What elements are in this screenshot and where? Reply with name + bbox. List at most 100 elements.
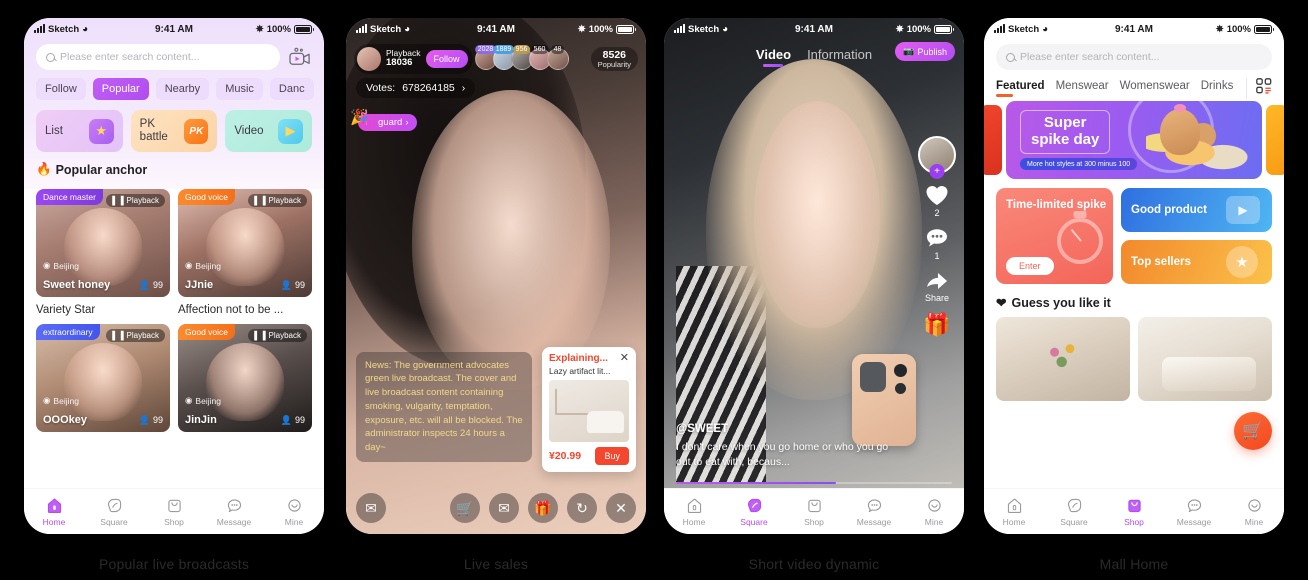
product-card-footer: ¥20.99 Buy xyxy=(549,447,629,465)
tab-square[interactable]: Square xyxy=(1044,496,1104,527)
bluetooth-icon: ✵ xyxy=(577,23,586,35)
status-bar: Sketch ◕ 9:41 AM ✵ 100% xyxy=(984,18,1284,40)
trophy-icon: ★ xyxy=(88,118,114,144)
home-icon xyxy=(1007,498,1021,513)
tab-shop[interactable]: Shop xyxy=(1104,496,1164,527)
anchor-card[interactable]: Good voice ▌▐ Playback ◉ Beijing JinJin 👤 9… xyxy=(178,324,312,432)
quick-pk-battle[interactable]: PK battle PK xyxy=(130,110,218,152)
publish-button[interactable]: 📷 Publish xyxy=(895,42,955,61)
gift-action[interactable]: 🎁 xyxy=(923,312,950,338)
anchor-card[interactable]: extraordinary ▌▐ Playback ◉ Beijing OOOkey… xyxy=(36,324,170,432)
banner-next-peek[interactable] xyxy=(1266,105,1284,175)
banner-main[interactable]: Super spike day More hot styles at 300 m… xyxy=(1006,101,1262,179)
share-action[interactable]: Share xyxy=(924,270,950,303)
tab-popular[interactable]: Popular xyxy=(92,78,149,100)
anchor-info-row: OOOkey 👤 99 xyxy=(43,414,163,426)
comment-action[interactable]: 1 xyxy=(924,227,950,261)
search-input[interactable]: Please enter search content... xyxy=(996,44,1272,70)
status-right: ✵ 100% xyxy=(896,23,954,35)
enter-button[interactable]: Enter xyxy=(1006,257,1054,275)
tab-dance[interactable]: Danc xyxy=(269,78,314,100)
viewer-avatar[interactable]: 48 xyxy=(546,45,569,70)
like-action[interactable]: 2 xyxy=(924,183,950,218)
tab-message[interactable]: Message xyxy=(844,496,904,527)
tab-mine[interactable]: Mine xyxy=(1224,496,1284,527)
tab-shop[interactable]: Shop xyxy=(144,496,204,527)
product-name: Lazy artifact lit... xyxy=(549,366,611,376)
signal-bars-icon xyxy=(356,24,367,33)
anchor-chip[interactable]: Playback 18036 Follow xyxy=(354,44,473,74)
video-username[interactable]: @SWEET xyxy=(676,423,904,435)
category-grid-icon[interactable] xyxy=(1246,78,1272,99)
refresh-icon[interactable]: ↻ xyxy=(567,493,597,523)
tab-featured[interactable]: Featured xyxy=(996,80,1045,98)
status-bar: Sketch ◕ 9:41 AM ✵ 100% xyxy=(664,18,964,40)
share-icon xyxy=(927,273,947,289)
mine-icon xyxy=(1247,499,1261,512)
tab-message[interactable]: Message xyxy=(204,496,264,527)
tab-home[interactable]: Home xyxy=(984,496,1044,527)
guard-chip[interactable]: 🎉 guard › xyxy=(350,109,418,131)
phone-short-video: Sketch ◕ 9:41 AM ✵ 100% Video Informatio… xyxy=(664,18,964,534)
anchor-viewers: 👤 99 xyxy=(138,414,163,426)
anchor-card[interactable]: Good voice ▌▐ Playback ◉ Beijing JJnie 👤 99… xyxy=(178,189,312,316)
viewer-avatars[interactable]: 2028 1889 956 560 48 xyxy=(474,45,569,70)
tab-video[interactable]: Video xyxy=(756,47,791,67)
search-input[interactable]: Please enter search content... xyxy=(36,44,280,70)
quick-video[interactable]: Video ▶ xyxy=(225,110,313,152)
votes-chip[interactable]: Votes: 678264185 › xyxy=(356,78,476,98)
tab-menswear[interactable]: Menswear xyxy=(1056,80,1109,98)
good-product-card[interactable]: Good product ▶ xyxy=(1121,188,1272,232)
tab-womenswear[interactable]: Womenswear xyxy=(1120,80,1190,98)
tab-home[interactable]: Home xyxy=(24,496,84,527)
tab-mine[interactable]: Mine xyxy=(264,496,324,527)
gift-box-icon[interactable]: 🎁 xyxy=(528,493,558,523)
good-product-label: Good product xyxy=(1131,204,1208,216)
tab-square[interactable]: Square xyxy=(84,496,144,527)
follow-button[interactable]: Follow xyxy=(425,50,468,68)
battery-label: 100% xyxy=(906,23,931,35)
product-image xyxy=(549,380,629,442)
tab-shop[interactable]: Shop xyxy=(784,496,844,527)
product-card[interactable]: Explaining... ✕ Lazy artifact lit... ¥20… xyxy=(542,347,636,472)
chat-icon[interactable]: ✉ xyxy=(356,493,386,523)
live-camera-icon[interactable] xyxy=(288,47,312,67)
promo-banner-carousel[interactable]: Super spike day More hot styles at 300 m… xyxy=(984,101,1284,179)
search-icon xyxy=(1006,52,1015,62)
mail-icon[interactable]: ✉ xyxy=(489,493,519,523)
tab-home[interactable]: Home xyxy=(664,496,724,527)
tab-music[interactable]: Music xyxy=(216,78,263,100)
cart-icon[interactable]: 🛒 xyxy=(1234,412,1272,450)
anchor-thumbnail: Dance master ▌▐ Playback ◉ Beijing Sweet h… xyxy=(36,189,170,297)
product-card[interactable] xyxy=(1138,317,1272,401)
tab-follow[interactable]: Follow xyxy=(36,78,86,100)
tab-nearby[interactable]: Nearby xyxy=(155,78,210,100)
buy-button[interactable]: Buy xyxy=(595,447,629,465)
tab-mine[interactable]: Mine xyxy=(904,496,964,527)
tab-information[interactable]: Information xyxy=(807,47,872,67)
top-sellers-card[interactable]: Top sellers ★ xyxy=(1121,240,1272,284)
close-icon[interactable]: ✕ xyxy=(620,353,629,364)
avatar[interactable]: + xyxy=(918,136,956,179)
tab-message[interactable]: Message xyxy=(1164,496,1224,527)
mall-screen: Sketch ◕ 9:41 AM ✵ 100% Please enter sea… xyxy=(984,18,1284,534)
tab-drinks[interactable]: Drinks xyxy=(1201,80,1234,98)
signal-bars-icon xyxy=(34,24,45,33)
time-limited-spike-card[interactable]: Time-limited spike Enter xyxy=(996,188,1113,284)
plus-icon[interactable]: + xyxy=(929,164,945,179)
product-card[interactable] xyxy=(996,317,1130,401)
tab-square[interactable]: Square xyxy=(724,496,784,527)
anchor-viewers: 👤 99 xyxy=(280,279,305,291)
video-progress-bar[interactable] xyxy=(676,482,952,484)
close-icon[interactable]: ✕ xyxy=(606,493,636,523)
banner-prev-peek[interactable] xyxy=(984,105,1002,175)
anchor-card[interactable]: Dance master ▌▐ Playback ◉ Beijing Sweet h… xyxy=(36,189,170,316)
anchor-tag: extraordinary xyxy=(36,324,100,340)
tab-home-label: Home xyxy=(682,517,706,527)
cart-icon[interactable]: 🛒 xyxy=(450,493,480,523)
location-icon: ◉ xyxy=(43,395,51,405)
video-caption-block: @SWEET I don't care when you go home or … xyxy=(676,423,904,470)
mine-icon xyxy=(287,499,301,512)
tab-shop-label: Shop xyxy=(164,517,184,527)
quick-list[interactable]: List ★ xyxy=(36,110,123,152)
